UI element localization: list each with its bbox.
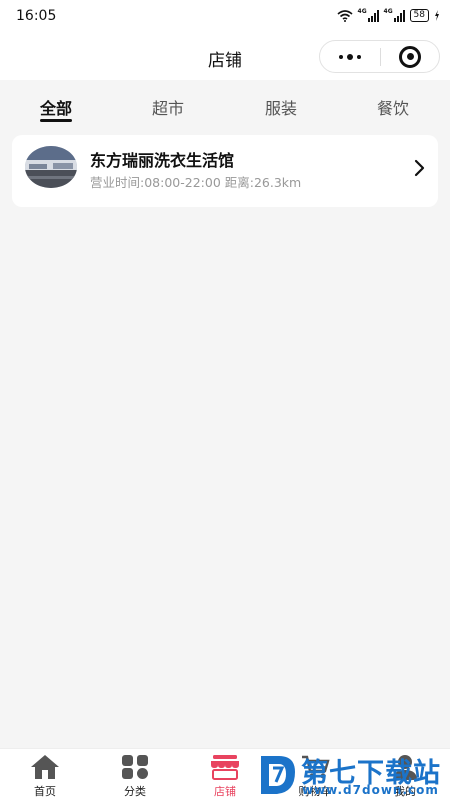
active-tab-indicator [40, 119, 72, 122]
store-info: 营业时间:08:00-22:00 距离:26.3km [90, 172, 301, 191]
watermark-logo-icon [261, 756, 295, 794]
tabbar-label: 分类 [124, 785, 146, 798]
tabbar-label: 店铺 [214, 785, 236, 798]
battery-level: 58 [409, 9, 429, 22]
tabbar-home[interactable]: 首页 [15, 753, 75, 799]
watermark-url: www.d7down.com [302, 783, 439, 797]
nav-bar: 店铺 [0, 36, 450, 80]
tabbar-store[interactable]: 店铺 [195, 753, 255, 799]
category-icon [122, 755, 148, 779]
store-photo [25, 146, 77, 188]
signal-label: 4G [357, 7, 367, 15]
status-icons: 4G 4G 58 [337, 7, 440, 22]
more-dots-icon [357, 54, 361, 59]
status-time: 16:05 [16, 8, 57, 24]
store-icon [211, 755, 239, 780]
target-icon [399, 45, 421, 68]
tab-supermarket[interactable]: 超市 [128, 95, 208, 119]
home-icon [31, 755, 59, 779]
watermark: 第七下载站 www.d7down.com [255, 748, 450, 800]
more-dots-icon [347, 53, 353, 60]
status-bar: 16:05 4G 4G 58 [0, 0, 450, 36]
tab-all[interactable]: 全部 [16, 95, 96, 119]
cell-signal-icon: 4G [357, 7, 379, 22]
store-name: 东方瑞丽洗衣生活馆 [90, 151, 235, 170]
close-button[interactable] [381, 41, 439, 72]
store-card[interactable]: 东方瑞丽洗衣生活馆 营业时间:08:00-22:00 距离:26.3km [12, 135, 438, 207]
store-hours: 营业时间:08:00-22:00 [90, 175, 221, 190]
charging-icon [435, 10, 439, 21]
more-dots-icon [339, 54, 343, 59]
category-tabs: 全部 超市 服装 餐饮 [0, 80, 450, 130]
tabbar-label: 首页 [34, 785, 56, 798]
tabbar-category[interactable]: 分类 [105, 753, 165, 799]
miniprogram-capsule [319, 40, 440, 73]
cell-signal-icon: 4G [383, 7, 405, 22]
chevron-right-icon [414, 159, 425, 177]
wifi-icon [337, 9, 353, 22]
signal-label: 4G [383, 7, 393, 15]
more-button[interactable] [320, 41, 380, 72]
tab-dining[interactable]: 餐饮 [353, 95, 433, 119]
store-distance: 距离:26.3km [224, 175, 302, 190]
tab-clothing[interactable]: 服装 [241, 95, 321, 119]
